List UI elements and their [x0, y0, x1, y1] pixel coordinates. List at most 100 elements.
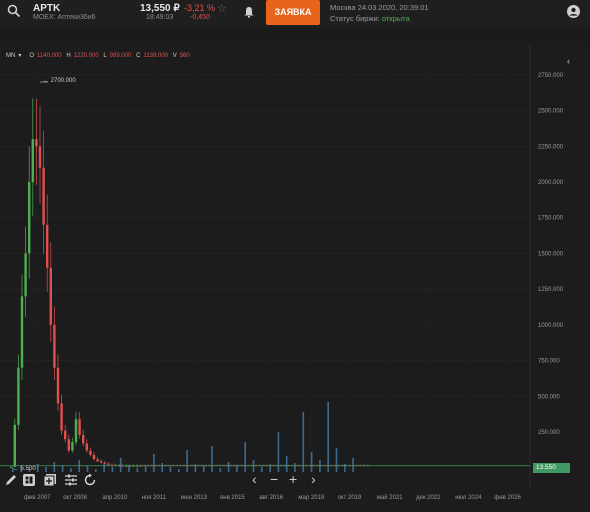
volume-value: 560 [179, 53, 190, 59]
x-tick-label: дек 2022 [416, 495, 441, 501]
indicators-icon[interactable] [43, 473, 57, 487]
x-tick-label: авг 2016 [259, 495, 283, 501]
high-value: 1220.000 [73, 53, 99, 59]
high-label: H [66, 53, 71, 59]
candle-body [107, 463, 110, 465]
candle-body [20, 296, 24, 368]
y-tick-label: 1250.000 [538, 287, 564, 293]
candle-body [103, 462, 106, 464]
volume-bar [70, 468, 72, 472]
candle-body [85, 443, 88, 451]
volume-bar [285, 456, 288, 472]
x-tick-label: окт 2019 [338, 495, 362, 501]
candle-body [42, 167, 45, 225]
volume-bar [261, 467, 263, 472]
zoom-out-button[interactable]: − [270, 472, 278, 486]
x-tick-label: ноя 2011 [142, 495, 167, 501]
x-tick-label: фев 2026 [494, 495, 521, 501]
open-value: 1140.000 [37, 53, 62, 59]
interval-select[interactable]: MN [6, 53, 15, 59]
candle-body [46, 224, 49, 268]
candle-body [56, 367, 60, 404]
candle-body [17, 367, 20, 425]
candle-body [92, 454, 96, 460]
candle-body [67, 439, 70, 451]
volume-bar [144, 466, 147, 472]
x-tick-label: фев 2007 [24, 495, 51, 501]
scroll-left-button[interactable]: ‹ [252, 472, 257, 486]
x-tick-label: окт 2008 [63, 495, 87, 501]
candle-body [24, 253, 27, 297]
low-label: ← 5.500 [13, 466, 36, 472]
volume-bar [302, 412, 305, 472]
y-tick-label: 1000.000 [538, 323, 564, 329]
last-price-label: 13.550 [533, 463, 570, 473]
x-tick-label: апр 2010 [102, 495, 128, 501]
y-tick-label: 750.000 [538, 359, 560, 365]
y-tick-label: 2750.000 [538, 73, 564, 79]
peak-value: 2700.000 [50, 78, 76, 84]
reset-icon[interactable] [83, 473, 97, 487]
close-value: 1139.000 [143, 53, 169, 59]
candle-body [49, 267, 52, 325]
volume-bar [244, 442, 246, 472]
volume-bar [327, 402, 329, 472]
peak-label: ← 2700.000 [43, 78, 76, 84]
volume-bar [103, 463, 105, 472]
y-tick-label: 1750.000 [538, 216, 564, 222]
volume-bar [211, 446, 213, 472]
close-label: C [136, 53, 141, 59]
template-icon[interactable] [22, 473, 36, 487]
low-value: 999.000 [109, 53, 132, 59]
volume-bar [219, 468, 222, 472]
collapse-panel-icon[interactable]: ‹ [567, 56, 570, 66]
candle-body [71, 442, 74, 451]
volume-bar [202, 466, 205, 472]
y-tick-label: 1500.000 [538, 251, 564, 257]
y-tick-label: 250.000 [538, 430, 560, 436]
candle-body [31, 139, 34, 182]
volume-bar [86, 466, 89, 472]
candle-body [38, 146, 42, 168]
x-tick-label: июл 2024 [455, 495, 482, 501]
volume-bar [186, 450, 188, 472]
chevron-down-icon[interactable]: ▾ [18, 53, 21, 59]
ohlc-legend: MN ▾ O 1140.000 H 1220.000 L 999.000 C 1139.0… [6, 52, 193, 59]
candle-body [82, 434, 85, 444]
volume-label: V [172, 53, 177, 59]
volume-bar [53, 462, 56, 472]
volume-bar [335, 448, 338, 472]
zoom-in-button[interactable]: + [289, 472, 297, 486]
candle-body [64, 430, 67, 440]
volume-bar [161, 463, 163, 472]
x-tick-label: май 2021 [377, 494, 403, 501]
volume-bar [136, 468, 139, 472]
candle-body [28, 182, 31, 254]
candle-body [89, 450, 92, 455]
candle-body [96, 459, 99, 462]
volume-bar [111, 467, 114, 472]
y-tick-label: 2250.000 [538, 144, 564, 150]
volume-bar [169, 467, 172, 472]
candle-body [74, 419, 78, 442]
volume-bar [36, 464, 39, 472]
low-label: L [103, 53, 107, 59]
candle-body [100, 461, 103, 463]
open-label: O [29, 53, 35, 59]
price-chart[interactable]: 2750.000 2500.000 2250.000 2000.000 1750.000… [0, 0, 590, 512]
pencil-icon[interactable] [4, 473, 18, 487]
x-tick-label: мар 2018 [298, 495, 324, 501]
candle-body [53, 324, 56, 368]
y-tick-label: 2000.000 [538, 180, 564, 186]
candle-body [78, 419, 81, 435]
x-tick-label: июн 2013 [181, 495, 208, 501]
scroll-right-button[interactable]: › [311, 472, 316, 486]
volume-bar [310, 452, 313, 472]
volume-bar [178, 469, 180, 472]
settings-icon[interactable] [64, 473, 78, 487]
volume-bar [119, 458, 122, 472]
volume-bar [227, 462, 230, 472]
volume-bar [95, 469, 97, 472]
y-tick-label: 500.000 [538, 394, 560, 400]
candle-body [35, 139, 38, 147]
